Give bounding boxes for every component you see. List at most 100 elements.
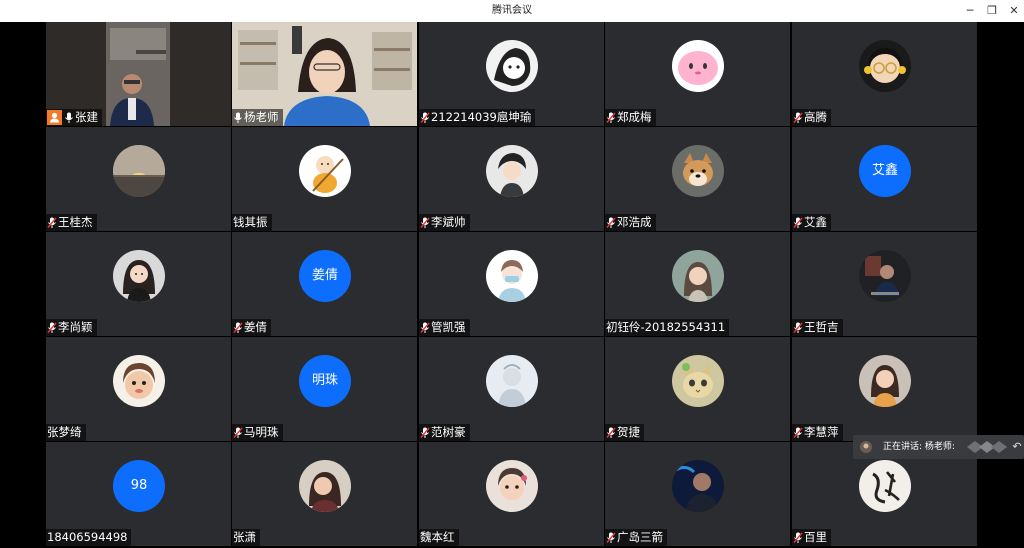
- cat-avatar: [672, 355, 724, 407]
- anime-boy-avatar: [486, 145, 538, 197]
- participant-name-bar: 李斌帅: [419, 214, 470, 231]
- participant-name-bar: 初钰伶-20182554311: [605, 319, 730, 336]
- audio-wave-icon: [967, 441, 1007, 453]
- mic-muted-icon: [420, 427, 430, 438]
- minimize-button[interactable]: ─: [958, 0, 982, 22]
- participant-name: 管凯强: [431, 320, 466, 334]
- participant-name-bar: 贺捷: [605, 424, 644, 441]
- shiba-dog-avatar: [672, 145, 724, 197]
- woman-portrait-avatar: [299, 460, 351, 512]
- participant-name: 高腾: [804, 110, 827, 124]
- participant-video-tile[interactable]: 张建: [46, 22, 231, 126]
- participant-name: 王哲吉: [804, 320, 839, 334]
- participant-tile[interactable]: 魏本红: [419, 442, 604, 546]
- participant-name: 贺捷: [617, 425, 640, 439]
- participant-name: 广岛三箭: [617, 530, 663, 544]
- participant-tile[interactable]: 98 18406594498: [46, 442, 231, 546]
- participant-tile[interactable]: 王哲吉: [792, 232, 977, 336]
- participant-tile[interactable]: 广岛三箭: [605, 442, 790, 546]
- participant-tile[interactable]: 邓浩成: [605, 127, 790, 231]
- participant-name-bar: 邓浩成: [605, 214, 656, 231]
- participant-tile[interactable]: 姜倩 姜倩: [232, 232, 417, 336]
- participant-name-bar: 魏本红: [419, 529, 459, 546]
- participant-name-bar: 张梦绮: [46, 424, 86, 441]
- participant-name: 杨老师: [244, 110, 279, 124]
- participant-video-tile[interactable]: 杨老师: [232, 22, 417, 126]
- participant-tile[interactable]: 高腾: [792, 22, 977, 126]
- participant-tile[interactable]: 王桂杰: [46, 127, 231, 231]
- close-button[interactable]: ✕: [1002, 0, 1024, 22]
- mic-on-icon: [234, 112, 242, 123]
- participant-name-bar: 姜倩: [232, 319, 271, 336]
- participant-tile[interactable]: 范树豪: [419, 337, 604, 441]
- mic-muted-icon: [793, 217, 803, 228]
- text-avatar: 98: [113, 460, 165, 512]
- dark-photo-avatar: [859, 250, 911, 302]
- mic-muted-icon: [606, 427, 616, 438]
- participant-name: 邓浩成: [617, 215, 652, 229]
- participant-name-bar: 王桂杰: [46, 214, 97, 231]
- participant-name-bar: 王哲吉: [792, 319, 843, 336]
- speaking-indicator: 正在讲话: 杨老师: ↶: [853, 435, 1024, 459]
- participant-name-bar: 管凯强: [419, 319, 470, 336]
- participant-tile[interactable]: 张潇: [232, 442, 417, 546]
- participant-name: 钱其振: [233, 215, 268, 229]
- illustrated-girl-avatar: [672, 250, 724, 302]
- participant-tile[interactable]: 郑成梅: [605, 22, 790, 126]
- participant-tile[interactable]: 贺捷: [605, 337, 790, 441]
- mic-muted-icon: [420, 322, 430, 333]
- mic-muted-icon: [606, 217, 616, 228]
- participant-name: 张潇: [233, 530, 256, 544]
- participant-name-bar: 百里: [792, 529, 831, 546]
- speaker-avatar-icon: [860, 441, 872, 453]
- participant-name-bar: 马明珠: [232, 424, 283, 441]
- participant-name: 范树豪: [431, 425, 466, 439]
- cartoon-woman-avatar: [113, 250, 165, 302]
- cartoon-glasses-girl-avatar: [859, 40, 911, 92]
- participant-tile[interactable]: 李尚颖: [46, 232, 231, 336]
- title-bar: 腾讯会议 ─ ❐ ✕: [0, 0, 1024, 22]
- participant-tile[interactable]: 艾鑫 艾鑫: [792, 127, 977, 231]
- calligraphy-avatar: [859, 460, 911, 512]
- participant-name: 郑成梅: [617, 110, 652, 124]
- participant-name-bar: 张潇: [232, 529, 260, 546]
- mic-muted-icon: [793, 322, 803, 333]
- participant-name-bar: 广岛三箭: [605, 529, 667, 546]
- participant-name: 艾鑫: [804, 215, 827, 229]
- participant-tile[interactable]: 212214039扈坤瑜: [419, 22, 604, 126]
- participant-grid: 张建 杨老师 212214039扈坤瑜 郑成梅 高腾 王桂杰 钱其振 李斌帅 邓浩成 艾鑫 艾鑫 李尚…: [0, 22, 1024, 548]
- participant-name-bar: 范树豪: [419, 424, 470, 441]
- participant-name-bar: 杨老师: [232, 109, 283, 126]
- restore-button[interactable]: ❐: [980, 0, 1004, 22]
- collapse-arrow-icon[interactable]: ↶: [1011, 439, 1023, 455]
- child-photo-avatar: [113, 355, 165, 407]
- participant-name-bar: 18406594498: [46, 529, 132, 546]
- participant-name-bar: 张建: [46, 109, 102, 126]
- pale-photo-avatar: [486, 355, 538, 407]
- participant-name: 百里: [804, 530, 827, 544]
- mic-muted-icon: [233, 427, 243, 438]
- participant-tile[interactable]: 钱其振: [232, 127, 417, 231]
- mic-muted-icon: [47, 322, 57, 333]
- mic-muted-icon: [793, 427, 803, 438]
- participant-tile[interactable]: 李慧萍: [792, 337, 977, 441]
- sunset-landscape-avatar: [113, 145, 165, 197]
- participant-tile[interactable]: 管凯强: [419, 232, 604, 336]
- window-title: 腾讯会议: [492, 5, 532, 16]
- cartoon-mask-girl-avatar: [486, 250, 538, 302]
- participant-name: 李慧萍: [804, 425, 839, 439]
- mic-muted-icon: [47, 217, 57, 228]
- participant-tile[interactable]: 明珠 马明珠: [232, 337, 417, 441]
- host-badge-icon: [47, 110, 62, 125]
- participant-name-bar: 李慧萍: [792, 424, 843, 441]
- participant-name: 212214039扈坤瑜: [431, 110, 532, 124]
- mic-muted-icon: [420, 217, 430, 228]
- participant-name: 张梦绮: [47, 425, 82, 439]
- participant-name: 李斌帅: [431, 215, 466, 229]
- participant-tile[interactable]: 李斌帅: [419, 127, 604, 231]
- participant-tile[interactable]: 张梦绮: [46, 337, 231, 441]
- text-avatar: 艾鑫: [859, 145, 911, 197]
- toddler-photo-avatar: [486, 460, 538, 512]
- participant-name: 18406594498: [47, 530, 128, 544]
- participant-tile[interactable]: 初钰伶-20182554311: [605, 232, 790, 336]
